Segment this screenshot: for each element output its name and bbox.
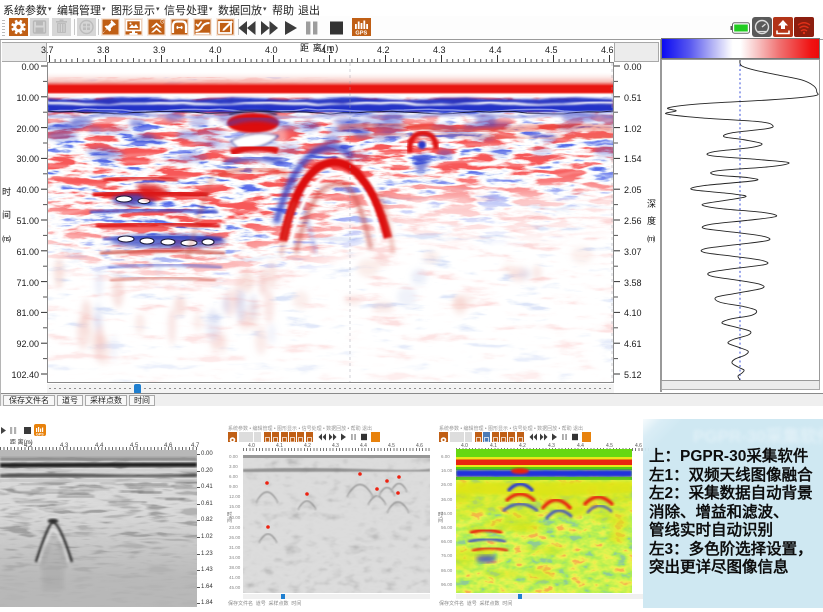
svg-text:G: G [160,20,164,26]
svg-text:GPS: GPS [355,31,367,37]
svg-text:GPS: GPS [36,433,44,437]
